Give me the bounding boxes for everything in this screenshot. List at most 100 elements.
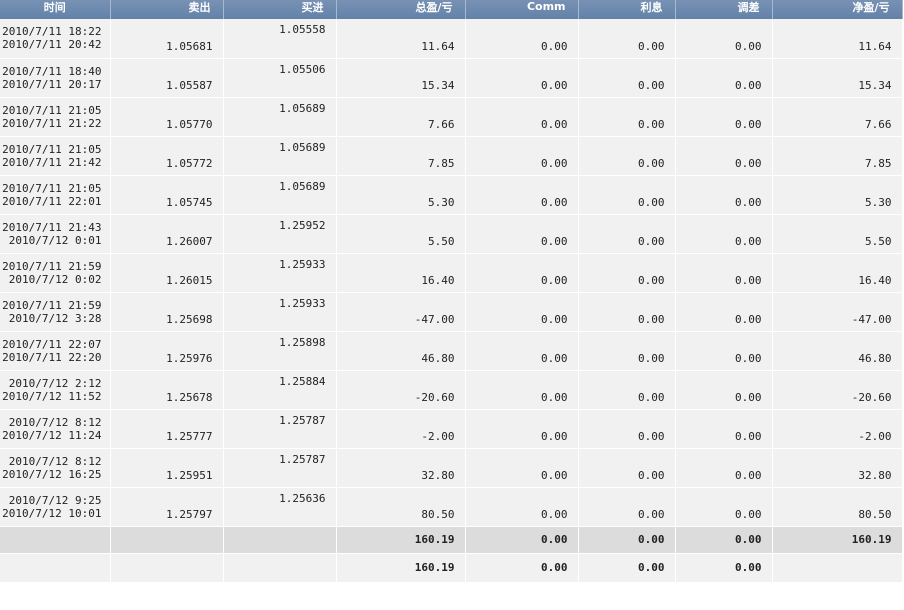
interest: 0.00 bbox=[578, 58, 676, 98]
sell-price: 1.05770 bbox=[110, 97, 224, 137]
open-time: 2010/7/12 2:12 bbox=[8, 376, 102, 390]
gross-pl: 32.80 bbox=[336, 448, 466, 488]
net-pl: 80.50 bbox=[772, 487, 903, 527]
interest: 0.00 bbox=[578, 136, 676, 176]
net-pl: 7.66 bbox=[772, 97, 903, 137]
buy-price: 1.25952 bbox=[223, 214, 337, 254]
gross-pl: 11.64 bbox=[336, 19, 466, 59]
subtotal-label-cell bbox=[0, 526, 111, 554]
adjustment: 0.00 bbox=[675, 97, 773, 137]
header-interest[interactable]: 利息 bbox=[578, 0, 676, 19]
trade-time-cell: 2010/7/12 8:12 2010/7/12 11:24 bbox=[0, 409, 111, 449]
gross-pl: 16.40 bbox=[336, 253, 466, 293]
interest: 0.00 bbox=[578, 253, 676, 293]
gross-pl: 15.34 bbox=[336, 58, 466, 98]
header-buy[interactable]: 买进 bbox=[223, 0, 337, 19]
net-pl: -2.00 bbox=[772, 409, 903, 449]
trade-row[interactable]: 2010/7/11 21:43 2010/7/12 0:01 1.26007 1.25… bbox=[0, 214, 903, 254]
adjustment: 0.00 bbox=[675, 448, 773, 488]
interest: 0.00 bbox=[578, 19, 676, 59]
adjustment: 0.00 bbox=[675, 292, 773, 332]
commission: 0.00 bbox=[465, 487, 579, 527]
commission: 0.00 bbox=[465, 175, 579, 215]
commission: 0.00 bbox=[465, 331, 579, 371]
commission: 0.00 bbox=[465, 370, 579, 410]
subtotal-interest: 0.00 bbox=[578, 526, 676, 554]
trade-body: 2010/7/11 18:22 2010/7/11 20:42 1.05681 1.0… bbox=[0, 19, 903, 582]
interest: 0.00 bbox=[578, 331, 676, 371]
trade-row[interactable]: 2010/7/11 18:22 2010/7/11 20:42 1.05681 1.0… bbox=[0, 19, 903, 59]
commission: 0.00 bbox=[465, 448, 579, 488]
open-time: 2010/7/12 8:12 bbox=[8, 454, 102, 468]
adjustment: 0.00 bbox=[675, 370, 773, 410]
interest: 0.00 bbox=[578, 175, 676, 215]
net-pl: 15.34 bbox=[772, 58, 903, 98]
header-net[interactable]: 净盈/亏 bbox=[772, 0, 903, 19]
adjustment: 0.00 bbox=[675, 58, 773, 98]
trade-time-cell: 2010/7/12 2:12 2010/7/12 11:52 bbox=[0, 370, 111, 410]
total-row: 160.19 0.00 0.00 0.00 bbox=[0, 553, 903, 582]
close-time: 2010/7/11 22:20 bbox=[2, 350, 102, 364]
trade-row[interactable]: 2010/7/12 9:25 2010/7/12 10:01 1.25797 1.25… bbox=[0, 487, 903, 527]
net-pl: 11.64 bbox=[772, 19, 903, 59]
header-time[interactable]: 时间 bbox=[0, 0, 111, 19]
header-sell[interactable]: 卖出 bbox=[110, 0, 224, 19]
gross-pl: 80.50 bbox=[336, 487, 466, 527]
trade-row[interactable]: 2010/7/12 8:12 2010/7/12 11:24 1.25777 1.25… bbox=[0, 409, 903, 449]
sell-price: 1.05587 bbox=[110, 58, 224, 98]
open-time: 2010/7/12 8:12 bbox=[8, 415, 102, 429]
header-comm[interactable]: Comm bbox=[465, 0, 579, 19]
trade-time-cell: 2010/7/11 21:05 2010/7/11 22:01 bbox=[0, 175, 111, 215]
close-time: 2010/7/12 3:28 bbox=[8, 311, 102, 325]
interest: 0.00 bbox=[578, 214, 676, 254]
sell-price: 1.05681 bbox=[110, 19, 224, 59]
trade-row[interactable]: 2010/7/11 21:05 2010/7/11 21:22 1.05770 1.0… bbox=[0, 97, 903, 137]
gross-pl: -20.60 bbox=[336, 370, 466, 410]
trade-time-cell: 2010/7/11 18:40 2010/7/11 20:17 bbox=[0, 58, 111, 98]
close-time: 2010/7/12 16:25 bbox=[2, 467, 102, 481]
subtotal-comm: 0.00 bbox=[465, 526, 579, 554]
commission: 0.00 bbox=[465, 58, 579, 98]
trade-time-cell: 2010/7/11 21:05 2010/7/11 21:42 bbox=[0, 136, 111, 176]
total-adjust: 0.00 bbox=[675, 553, 773, 582]
trade-row[interactable]: 2010/7/11 22:07 2010/7/11 22:20 1.25976 1.2… bbox=[0, 331, 903, 371]
open-time: 2010/7/11 21:05 bbox=[2, 103, 102, 117]
buy-price: 1.25884 bbox=[223, 370, 337, 410]
trade-time-cell: 2010/7/11 21:05 2010/7/11 21:22 bbox=[0, 97, 111, 137]
trade-row[interactable]: 2010/7/11 21:59 2010/7/12 0:02 1.26015 1.25… bbox=[0, 253, 903, 293]
adjustment: 0.00 bbox=[675, 331, 773, 371]
buy-price: 1.25933 bbox=[223, 292, 337, 332]
header-gross[interactable]: 总盈/亏 bbox=[336, 0, 466, 19]
sell-price: 1.25777 bbox=[110, 409, 224, 449]
trade-row[interactable]: 2010/7/11 21:05 2010/7/11 21:42 1.05772 1.0… bbox=[0, 136, 903, 176]
net-pl: 16.40 bbox=[772, 253, 903, 293]
sell-price: 1.25678 bbox=[110, 370, 224, 410]
open-time: 2010/7/11 21:59 bbox=[2, 298, 102, 312]
trade-row[interactable]: 2010/7/11 21:05 2010/7/11 22:01 1.05745 1.0… bbox=[0, 175, 903, 215]
close-time: 2010/7/12 10:01 bbox=[2, 506, 102, 520]
trade-row[interactable]: 2010/7/11 21:59 2010/7/12 3:28 1.25698 1.25… bbox=[0, 292, 903, 332]
trade-row[interactable]: 2010/7/12 8:12 2010/7/12 16:25 1.25951 1.25… bbox=[0, 448, 903, 488]
buy-price: 1.05558 bbox=[223, 19, 337, 59]
adjustment: 0.00 bbox=[675, 136, 773, 176]
trade-time-cell: 2010/7/12 9:25 2010/7/12 10:01 bbox=[0, 487, 111, 527]
gross-pl: 5.50 bbox=[336, 214, 466, 254]
header-adjust[interactable]: 调差 bbox=[675, 0, 773, 19]
total-empty-cell bbox=[110, 553, 224, 582]
adjustment: 0.00 bbox=[675, 214, 773, 254]
adjustment: 0.00 bbox=[675, 487, 773, 527]
subtotal-empty-cell bbox=[223, 526, 337, 554]
buy-price: 1.25787 bbox=[223, 448, 337, 488]
close-time: 2010/7/11 22:01 bbox=[2, 194, 102, 208]
open-time: 2010/7/11 21:59 bbox=[2, 259, 102, 273]
gross-pl: 7.85 bbox=[336, 136, 466, 176]
gross-pl: 7.66 bbox=[336, 97, 466, 137]
open-time: 2010/7/11 18:22 bbox=[2, 25, 102, 39]
open-time: 2010/7/12 9:25 bbox=[8, 493, 102, 507]
open-time: 2010/7/11 21:05 bbox=[2, 142, 102, 156]
trade-row[interactable]: 2010/7/11 18:40 2010/7/11 20:17 1.05587 1.0… bbox=[0, 58, 903, 98]
close-time: 2010/7/12 0:02 bbox=[8, 272, 102, 286]
total-comm: 0.00 bbox=[465, 553, 579, 582]
trade-row[interactable]: 2010/7/12 2:12 2010/7/12 11:52 1.25678 1.25… bbox=[0, 370, 903, 410]
sell-price: 1.25797 bbox=[110, 487, 224, 527]
